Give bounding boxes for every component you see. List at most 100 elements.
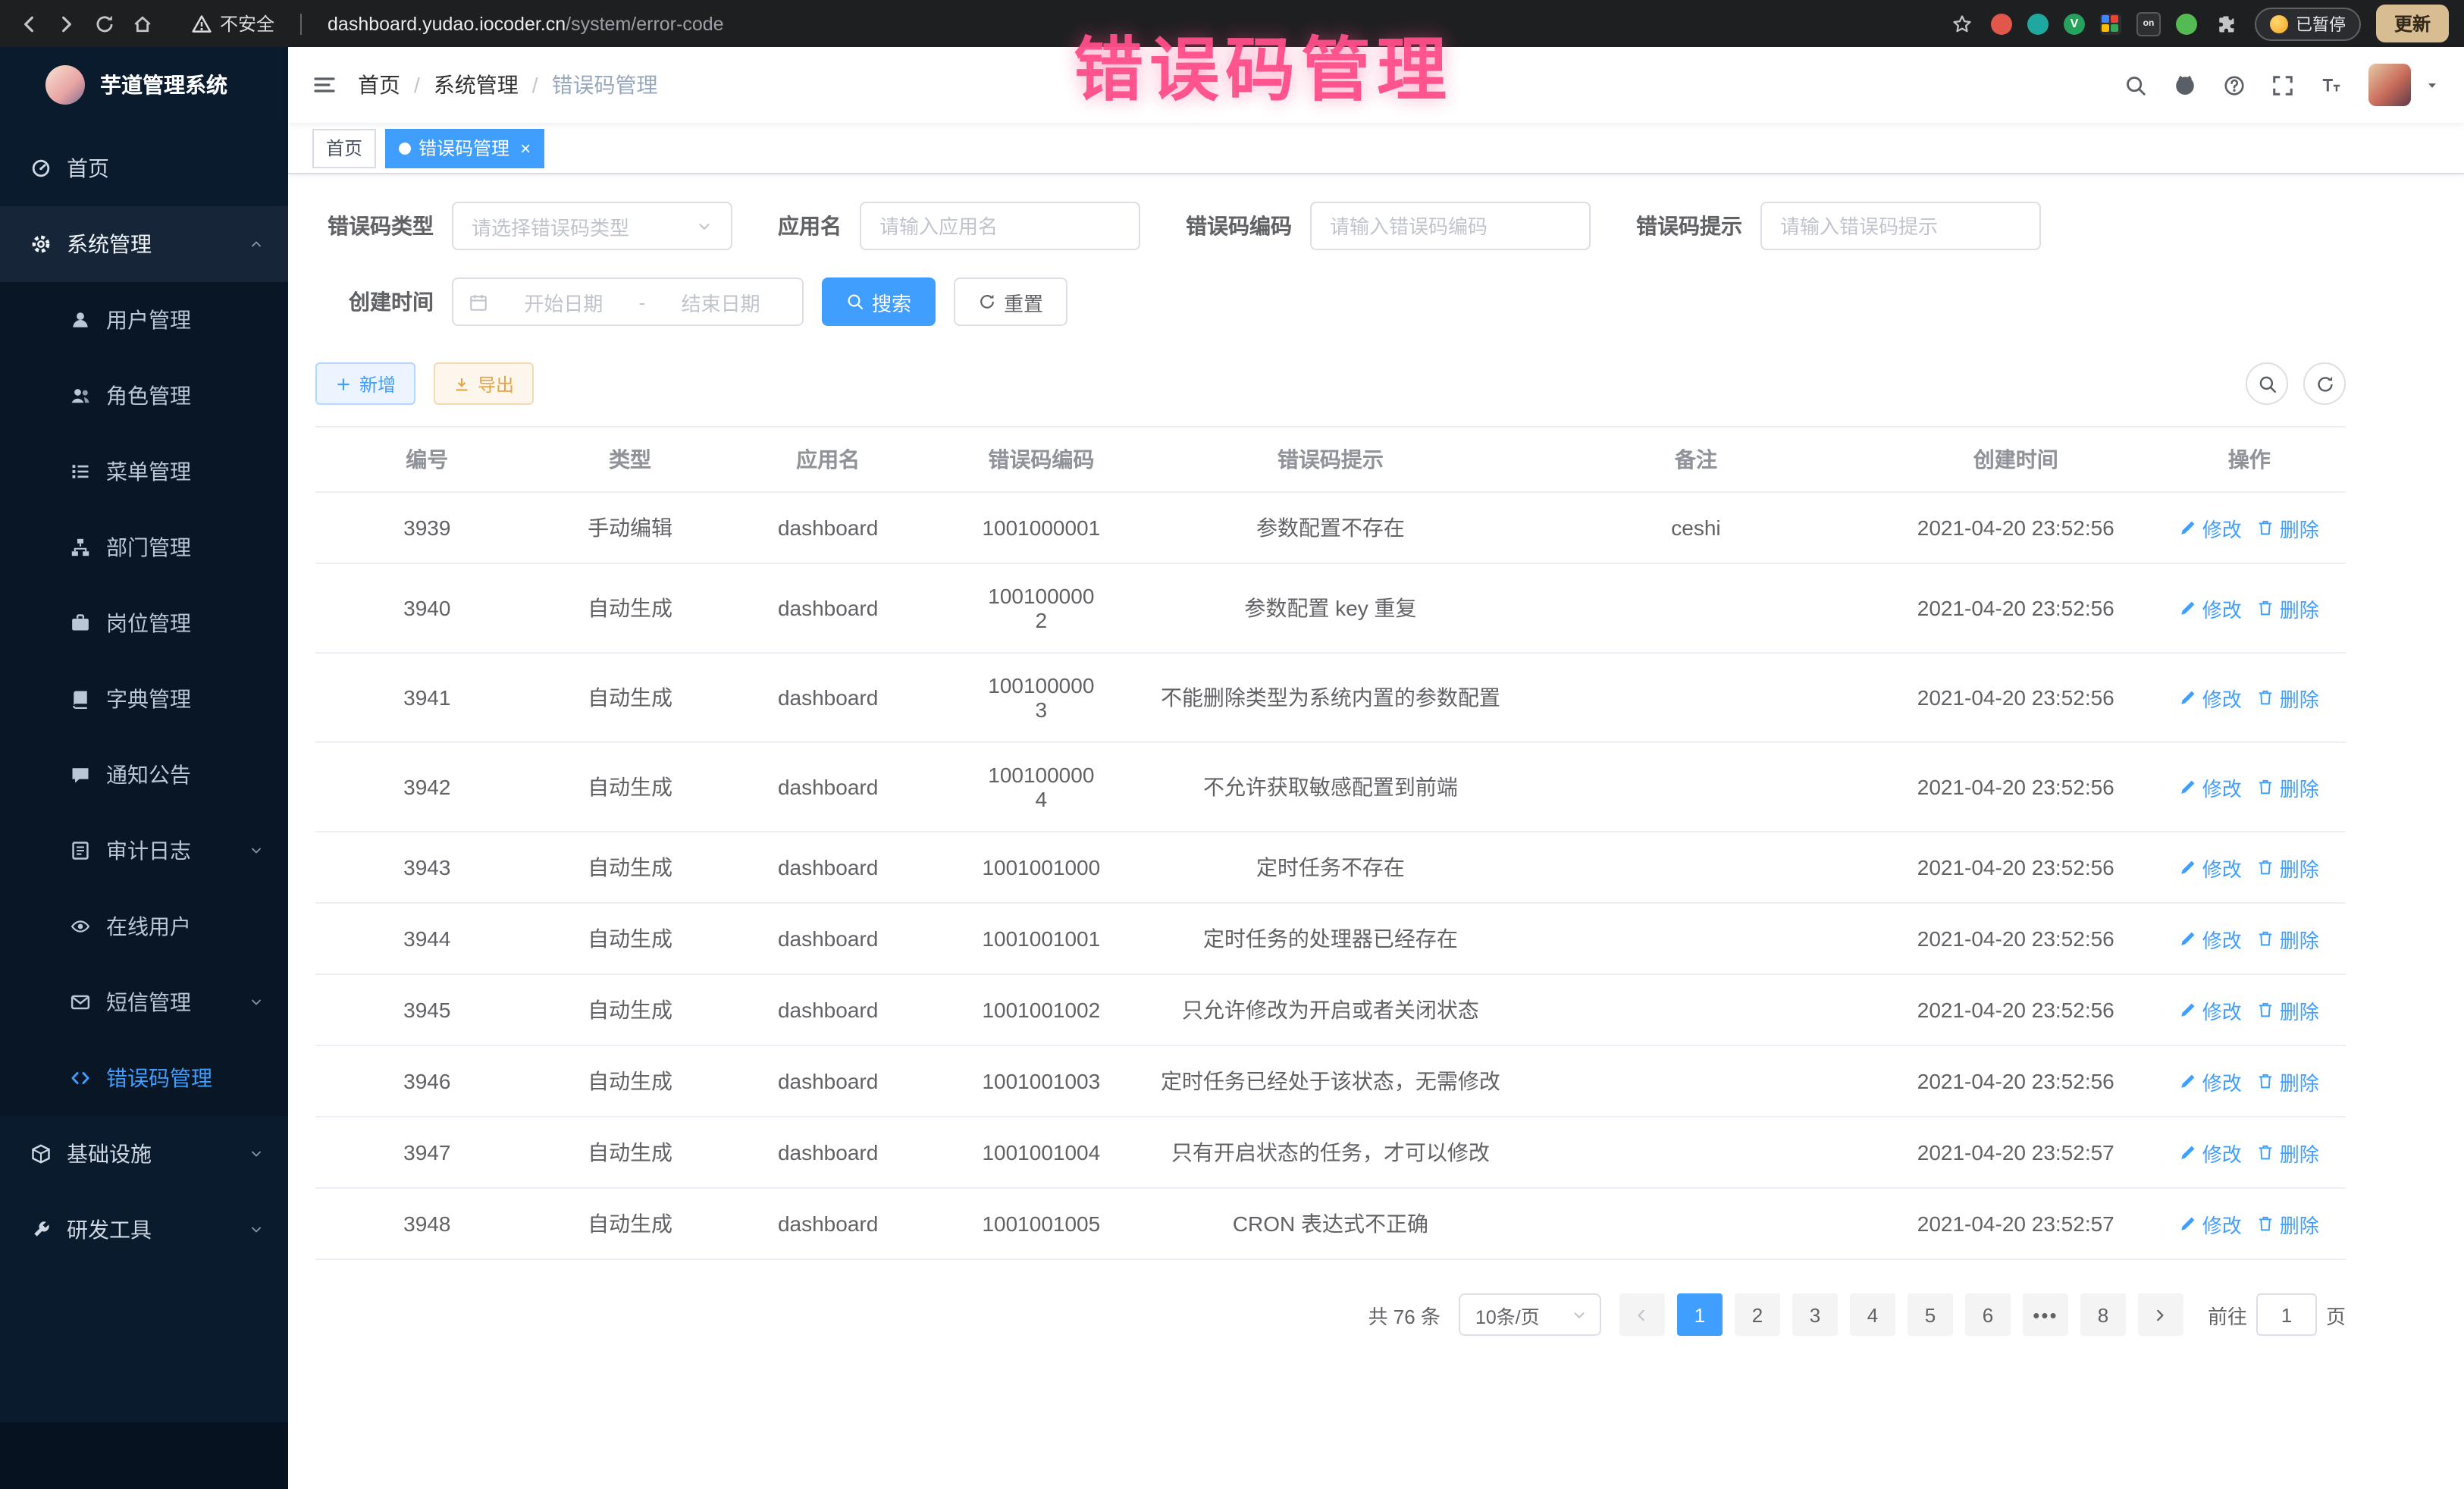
- reset-button-label: 重置: [1004, 287, 1043, 316]
- sidebar-item-sms[interactable]: 短信管理: [0, 964, 288, 1040]
- delete-link[interactable]: 删除: [2257, 853, 2319, 882]
- edit-link[interactable]: 修改: [2180, 924, 2242, 953]
- app-logo[interactable]: 芋道管理系统: [0, 47, 288, 123]
- sidebar-item-dict[interactable]: 字典管理: [0, 661, 288, 737]
- edit-link[interactable]: 修改: [2180, 853, 2242, 882]
- edit-link[interactable]: 修改: [2180, 1067, 2242, 1096]
- cell-type: 自动生成: [539, 1188, 722, 1259]
- question-icon[interactable]: [2223, 74, 2246, 96]
- delete-link[interactable]: 删除: [2257, 594, 2319, 622]
- reset-button[interactable]: 重置: [954, 277, 1067, 326]
- browser-forward-icon[interactable]: [53, 10, 80, 37]
- cell-code: 1001001003: [935, 1045, 1148, 1117]
- tab-home[interactable]: 首页: [312, 128, 376, 168]
- delete-link[interactable]: 删除: [2257, 773, 2319, 801]
- refresh-table-button[interactable]: [2303, 362, 2346, 405]
- sidebar-item-infra[interactable]: 基础设施: [0, 1116, 288, 1192]
- cell-actions: 修改删除: [2153, 974, 2346, 1045]
- breadcrumb-item[interactable]: 首页: [358, 70, 400, 100]
- browser-reload-icon[interactable]: [91, 10, 118, 37]
- delete-link[interactable]: 删除: [2257, 1209, 2319, 1238]
- sidebar-item-menu[interactable]: 菜单管理: [0, 434, 288, 509]
- error-code-input[interactable]: [1310, 202, 1591, 250]
- delete-link[interactable]: 删除: [2257, 513, 2319, 542]
- next-page-button[interactable]: [2138, 1293, 2183, 1336]
- search-button[interactable]: 搜索: [822, 277, 936, 326]
- page-button-1[interactable]: 1: [1677, 1293, 1723, 1336]
- extension-icon-6[interactable]: [2176, 13, 2197, 34]
- security-label: 不安全: [220, 11, 274, 36]
- page-button-5[interactable]: 5: [1908, 1293, 1953, 1336]
- prev-page-button[interactable]: [1619, 1293, 1665, 1336]
- cell-code: 1001000004: [935, 742, 1148, 832]
- fullscreen-icon[interactable]: [2271, 74, 2294, 96]
- error-msg-input[interactable]: [1760, 202, 2041, 250]
- delete-link[interactable]: 删除: [2257, 683, 2319, 712]
- tab-error-code[interactable]: 错误码管理×: [385, 128, 544, 168]
- extension-icon-4[interactable]: [2100, 13, 2121, 34]
- sidebar-item-devtools[interactable]: 研发工具: [0, 1192, 288, 1268]
- edit-link[interactable]: 修改: [2180, 594, 2242, 622]
- browser-back-icon[interactable]: [15, 10, 42, 37]
- sidebar-item-label: 通知公告: [106, 760, 191, 790]
- sidebar-item-home[interactable]: 首页: [0, 130, 288, 206]
- edit-link[interactable]: 修改: [2180, 995, 2242, 1024]
- edit-link[interactable]: 修改: [2180, 683, 2242, 712]
- address-bar[interactable]: dashboard.yudao.iocoder.cn/system/error-…: [328, 13, 1920, 34]
- error-type-select[interactable]: 请选择错误码类型: [452, 202, 732, 250]
- edit-link[interactable]: 修改: [2180, 1209, 2242, 1238]
- sidebar-item-post[interactable]: 岗位管理: [0, 585, 288, 661]
- edit-link[interactable]: 修改: [2180, 773, 2242, 801]
- sidebar-item-online-user[interactable]: 在线用户: [0, 889, 288, 964]
- bookmark-star-icon[interactable]: [1948, 10, 1976, 37]
- hamburger-icon[interactable]: [312, 73, 337, 97]
- sidebar-item-error-code[interactable]: 错误码管理: [0, 1040, 288, 1116]
- sidebar-item-label: 在线用户: [106, 911, 191, 942]
- more-pages-button[interactable]: •••: [2023, 1293, 2068, 1336]
- page-button-2[interactable]: 2: [1735, 1293, 1780, 1336]
- paused-badge[interactable]: 已暂停: [2255, 7, 2361, 40]
- add-button[interactable]: 新增: [315, 362, 415, 405]
- date-range-input[interactable]: 开始日期 - 结束日期: [452, 277, 804, 326]
- sidebar-item-notice[interactable]: 通知公告: [0, 737, 288, 813]
- extensions-puzzle-icon[interactable]: [2212, 10, 2240, 37]
- browser-update-button[interactable]: 更新: [2376, 5, 2449, 42]
- page-size-select[interactable]: 10条/页: [1459, 1293, 1601, 1336]
- delete-link[interactable]: 删除: [2257, 1138, 2319, 1167]
- export-button[interactable]: 导出: [434, 362, 534, 405]
- extension-icon-3[interactable]: V: [2064, 13, 2085, 34]
- delete-link[interactable]: 删除: [2257, 924, 2319, 953]
- edit-link[interactable]: 修改: [2180, 513, 2242, 542]
- sidebar-item-dept[interactable]: 部门管理: [0, 509, 288, 585]
- caret-down-icon[interactable]: [2425, 77, 2440, 92]
- column-header: 错误码编码: [935, 427, 1148, 492]
- delete-link[interactable]: 删除: [2257, 995, 2319, 1024]
- extension-icon-2[interactable]: [2027, 13, 2049, 34]
- sidebar-item-user[interactable]: 用户管理: [0, 282, 288, 358]
- font-size-icon[interactable]: [2320, 74, 2343, 96]
- edit-link[interactable]: 修改: [2180, 1138, 2242, 1167]
- sidebar-item-role[interactable]: 角色管理: [0, 358, 288, 434]
- sidebar-item-label: 字典管理: [106, 684, 191, 714]
- breadcrumb-item[interactable]: 系统管理: [434, 70, 519, 100]
- toggle-search-button[interactable]: [2246, 362, 2288, 405]
- search-icon[interactable]: [2124, 74, 2147, 96]
- app-name-input[interactable]: [860, 202, 1140, 250]
- sidebar-item-system[interactable]: 系统管理: [0, 206, 288, 282]
- page-button-3[interactable]: 3: [1792, 1293, 1838, 1336]
- delete-link[interactable]: 删除: [2257, 1067, 2319, 1096]
- security-indicator[interactable]: 不安全: [191, 11, 274, 36]
- sidebar-item-audit-log[interactable]: 审计日志: [0, 813, 288, 889]
- browser-home-icon[interactable]: [129, 10, 156, 37]
- user-avatar[interactable]: [2368, 64, 2411, 106]
- extension-icon-1[interactable]: [1991, 13, 2012, 34]
- github-icon[interactable]: [2173, 73, 2197, 97]
- cell-memo: [1513, 832, 1879, 903]
- page-button-8[interactable]: 8: [2080, 1293, 2126, 1336]
- page-button-4[interactable]: 4: [1850, 1293, 1895, 1336]
- goto-page-input[interactable]: [2256, 1293, 2317, 1336]
- page-button-6[interactable]: 6: [1965, 1293, 2011, 1336]
- close-icon[interactable]: ×: [520, 137, 531, 158]
- extension-icon-5[interactable]: on: [2136, 11, 2161, 36]
- cell-app: dashboard: [722, 832, 935, 903]
